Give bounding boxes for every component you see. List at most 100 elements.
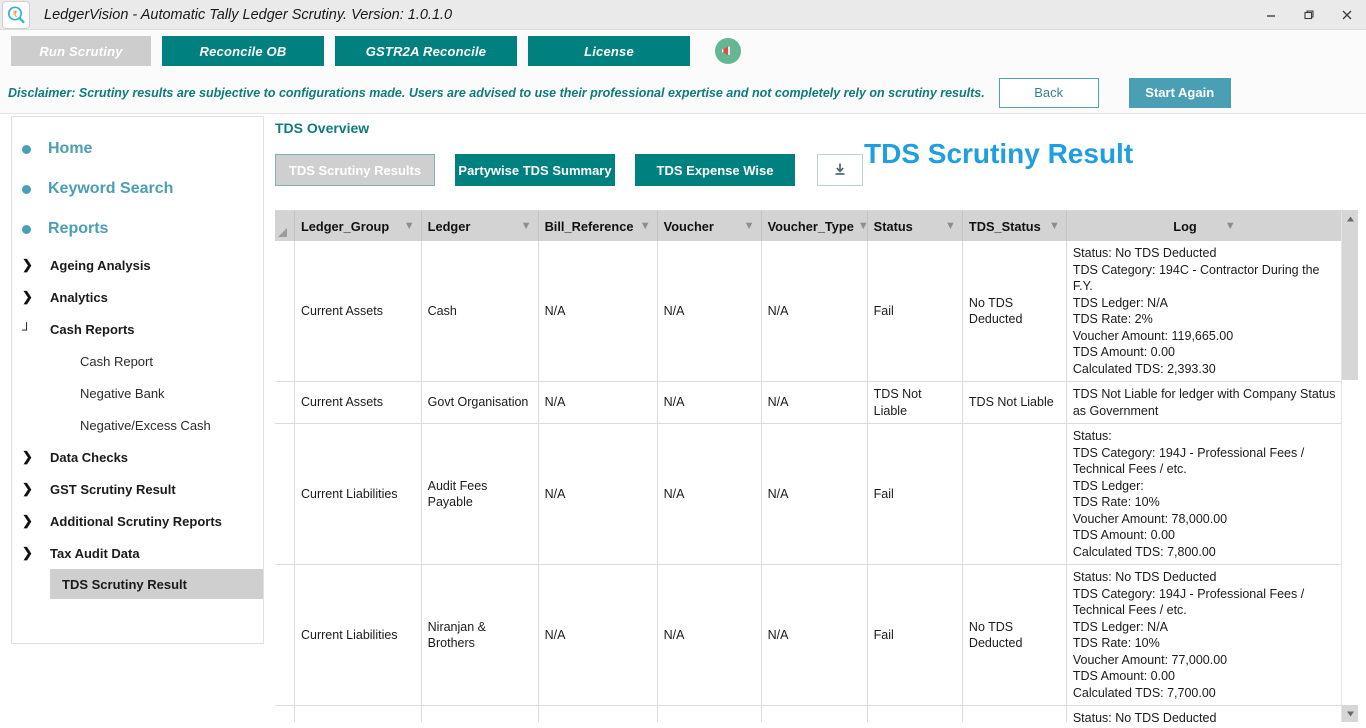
column-header-status[interactable]: Status ▼︎ — [867, 211, 962, 241]
sidebar-item-gst-scrutiny-result[interactable]: ❯ GST Scrutiny Result — [12, 473, 263, 505]
results-table: Ledger_Group ▼︎ Ledger ▼︎ Bill_Reference… — [275, 211, 1341, 722]
sidebar-item-data-checks[interactable]: ❯ Data Checks — [12, 441, 263, 473]
column-header-log[interactable]: Log ▼︎ — [1066, 211, 1341, 241]
funnel-icon[interactable]: ▼︎ — [858, 220, 869, 232]
gstr2a-reconcile-button[interactable]: GSTR2A Reconcile — [335, 36, 517, 66]
megaphone-icon[interactable] — [715, 38, 741, 64]
sidebar-item-home[interactable]: Home — [12, 129, 263, 169]
sidebar-item-reports[interactable]: Reports — [12, 209, 263, 249]
cell-ledger-group: Current Assets — [294, 241, 421, 382]
row-selector[interactable] — [275, 565, 294, 706]
cell-ledger-group: Current Liabilities — [294, 424, 421, 565]
back-button[interactable]: Back — [999, 78, 1099, 108]
chevron-down-icon[interactable]: ┘ — [22, 322, 44, 337]
sidebar-item-analytics[interactable]: ❯ Analytics — [12, 281, 263, 313]
funnel-icon[interactable]: ▼︎ — [945, 220, 956, 232]
select-all-corner[interactable] — [275, 211, 294, 241]
sidebar-item-ageing-analysis[interactable]: ❯ Ageing Analysis — [12, 249, 263, 281]
grid-inner: Ledger_Group ▼︎ Ledger ▼︎ Bill_Reference… — [275, 211, 1341, 722]
column-header-voucher-type[interactable]: Voucher_Type ▼︎ — [761, 211, 867, 241]
chevron-right-icon[interactable]: ❯ — [22, 545, 44, 561]
chevron-right-icon[interactable]: ❯ — [22, 449, 44, 465]
start-again-button[interactable]: Start Again — [1129, 78, 1231, 108]
license-button[interactable]: License — [528, 36, 690, 66]
table-body: Current Assets Cash N/A N/A N/A Fail No … — [275, 241, 1341, 722]
scrollbar-thumb[interactable] — [1342, 228, 1358, 380]
table-row[interactable]: Current Assets Govt Organisation N/A N/A… — [275, 382, 1341, 424]
cell-ledger: S Dodo — [421, 706, 538, 723]
column-header-ledger[interactable]: Ledger ▼︎ — [421, 211, 538, 241]
table-row[interactable]: Current Liabilities Niranjan & Brothers … — [275, 565, 1341, 706]
sidebar-item-label: Ageing Analysis — [50, 258, 151, 273]
window-title: LedgerVision - Automatic Tally Ledger Sc… — [44, 7, 452, 23]
cell-bill-reference: N/A — [538, 382, 657, 424]
column-label: TDS_Status — [969, 219, 1041, 234]
chevron-right-icon[interactable]: ❯ — [22, 257, 44, 273]
reconcile-ob-button[interactable]: Reconcile OB — [162, 36, 324, 66]
table-row[interactable]: Current Liabilities Audit Fees Payable N… — [275, 424, 1341, 565]
row-selector[interactable] — [275, 241, 294, 382]
main-content: TDS Overview TDS Scrutiny Results Partyw… — [264, 114, 1366, 728]
funnel-icon[interactable]: ▼︎ — [521, 220, 532, 232]
table-row[interactable]: Current Liabilities S Dodo N/A N/A N/A F… — [275, 706, 1341, 723]
close-button[interactable] — [1328, 0, 1366, 30]
chevron-right-icon[interactable]: ❯ — [22, 481, 44, 497]
row-selector[interactable] — [275, 706, 294, 723]
chevron-right-icon[interactable]: ❯ — [22, 289, 44, 305]
tab-tds-expense-wise[interactable]: TDS Expense Wise — [635, 154, 795, 186]
tab-tds-scrutiny-results[interactable]: TDS Scrutiny Results — [275, 154, 435, 186]
vertical-scrollbar[interactable] — [1341, 211, 1358, 722]
download-button[interactable] — [817, 154, 863, 186]
cell-ledger: Niranjan & Brothers — [421, 565, 538, 706]
tabs-row: TDS Scrutiny Results Partywise TDS Summa… — [275, 154, 1366, 186]
top-nav-bar: Run Scrutiny Reconcile OB GSTR2A Reconci… — [0, 30, 1366, 72]
column-label: Ledger — [428, 219, 471, 234]
sidebar-item-keyword-search[interactable]: Keyword Search — [12, 169, 263, 209]
table-row[interactable]: Current Assets Cash N/A N/A N/A Fail No … — [275, 241, 1341, 382]
run-scrutiny-button[interactable]: Run Scrutiny — [11, 36, 151, 66]
sidebar-item-label: GST Scrutiny Result — [50, 482, 176, 497]
cell-voucher: N/A — [657, 424, 761, 565]
funnel-icon[interactable]: ▼︎ — [744, 220, 755, 232]
column-header-voucher[interactable]: Voucher ▼︎ — [657, 211, 761, 241]
cell-bill-reference: N/A — [538, 241, 657, 382]
sidebar-item-label: Additional Scrutiny Reports — [50, 514, 222, 529]
cell-ledger-group: Current Liabilities — [294, 706, 421, 723]
sidebar-item-label: Reports — [48, 220, 108, 238]
funnel-icon[interactable]: ▼︎ — [1225, 220, 1236, 232]
chevron-right-icon[interactable]: ❯ — [22, 513, 44, 529]
sidebar-item-cash-reports[interactable]: ┘ Cash Reports — [12, 313, 263, 345]
column-header-bill-reference[interactable]: Bill_Reference ▼︎ — [538, 211, 657, 241]
bullet-icon — [22, 145, 31, 154]
sidebar-item-tds-scrutiny-result[interactable]: TDS Scrutiny Result — [50, 569, 264, 599]
row-selector[interactable] — [275, 382, 294, 424]
table-header: Ledger_Group ▼︎ Ledger ▼︎ Bill_Reference… — [275, 211, 1341, 241]
column-header-tds-status[interactable]: TDS_Status ▼︎ — [962, 211, 1066, 241]
download-icon — [833, 162, 847, 179]
column-label: Log — [1173, 219, 1196, 234]
cell-bill-reference: N/A — [538, 565, 657, 706]
sidebar-item-cash-report[interactable]: Cash Report — [12, 345, 263, 377]
tds-overview-label: TDS Overview — [275, 120, 1366, 136]
funnel-icon[interactable]: ▼︎ — [404, 220, 415, 232]
cell-log: TDS Not Liable for ledger with Company S… — [1066, 382, 1341, 424]
minimize-button[interactable] — [1252, 0, 1290, 30]
sidebar-item-negative-excess-cash[interactable]: Negative/Excess Cash — [12, 409, 263, 441]
scroll-down-button[interactable] — [1342, 705, 1358, 722]
column-header-ledger-group[interactable]: Ledger_Group ▼︎ — [294, 211, 421, 241]
cell-voucher-type: N/A — [761, 706, 867, 723]
maximize-button[interactable] — [1290, 0, 1328, 30]
body-container: Home Keyword Search Reports ❯ Ageing Ana… — [0, 114, 1366, 728]
row-selector[interactable] — [275, 424, 294, 565]
sidebar-item-negative-bank[interactable]: Negative Bank — [12, 377, 263, 409]
cell-voucher-type: N/A — [761, 565, 867, 706]
page-title: TDS Scrutiny Result — [864, 138, 1133, 170]
cell-ledger: Govt Organisation — [421, 382, 538, 424]
funnel-icon[interactable]: ▼︎ — [1049, 220, 1060, 232]
scroll-up-button[interactable] — [1342, 211, 1358, 228]
funnel-icon[interactable]: ▼︎ — [640, 220, 651, 232]
tab-partywise-tds-summary[interactable]: Partywise TDS Summary — [455, 154, 615, 186]
disclaimer-text: Disclaimer: Scrutiny results are subject… — [8, 86, 985, 100]
sidebar-item-tax-audit-data[interactable]: ❯ Tax Audit Data — [12, 537, 263, 569]
sidebar-item-additional-scrutiny-reports[interactable]: ❯ Additional Scrutiny Reports — [12, 505, 263, 537]
